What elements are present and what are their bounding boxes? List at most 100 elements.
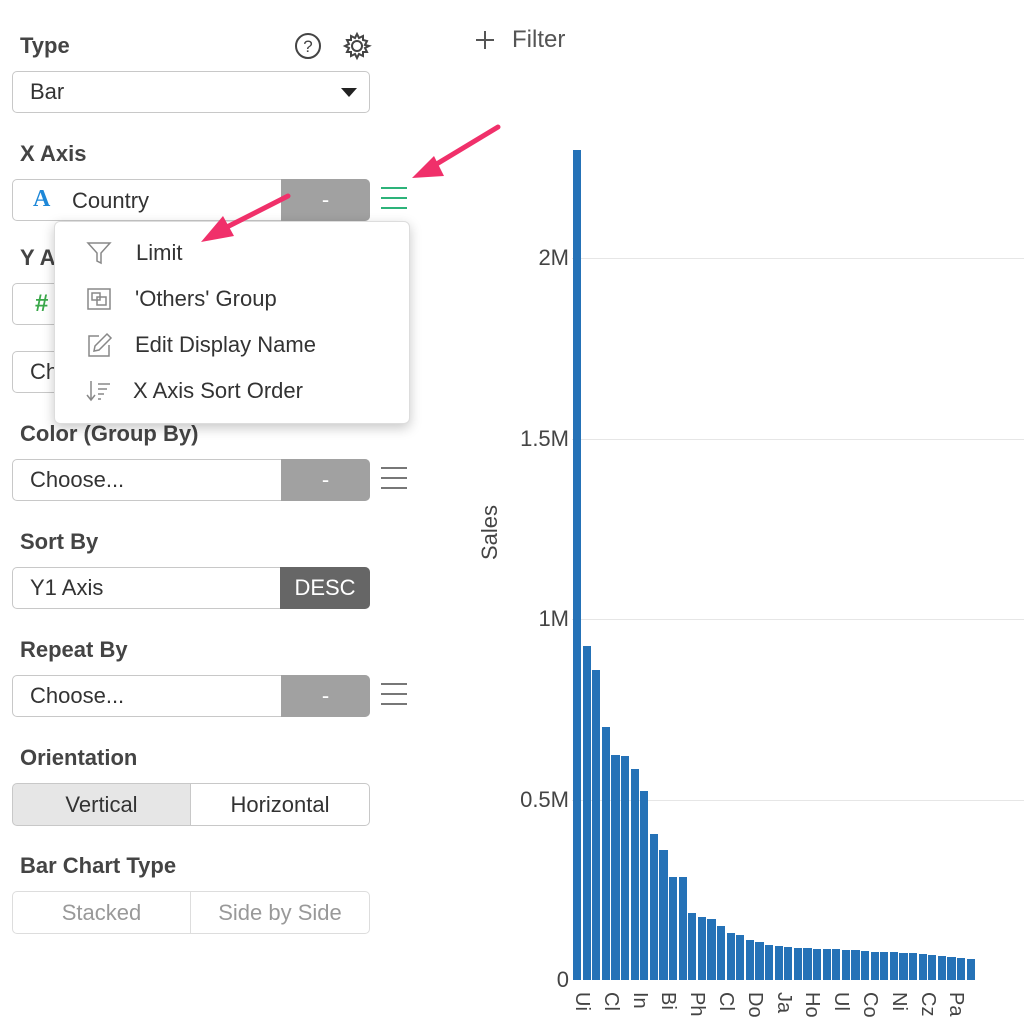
bar[interactable] — [851, 950, 860, 980]
menu-item-label: X Axis Sort Order — [133, 378, 303, 403]
bar[interactable] — [822, 949, 831, 980]
x-axis-menu-icon[interactable] — [381, 187, 407, 211]
x-tick-label: Cl — [715, 992, 737, 1011]
bar[interactable] — [736, 934, 745, 980]
repeat-by-value: Choose... — [30, 683, 125, 708]
bar[interactable] — [697, 916, 706, 980]
type-label: Type — [20, 33, 70, 58]
chart-type-value: Bar — [30, 79, 65, 104]
bar[interactable] — [832, 949, 841, 980]
x-axis-agg-label: - — [321, 187, 330, 212]
bar-type-stacked-button[interactable]: Stacked — [12, 891, 191, 934]
x-tick-label: Bi — [657, 992, 680, 1010]
bar[interactable] — [582, 646, 591, 980]
color-label: Color (Group By) — [20, 421, 199, 446]
bar[interactable] — [755, 942, 764, 980]
x-axis-context-menu: Limit 'Others' Group Edit Display Name X… — [54, 221, 410, 424]
bar[interactable] — [861, 951, 870, 980]
text-type-icon: A — [33, 186, 51, 212]
chart-type-select[interactable]: Bar — [12, 71, 370, 113]
help-icon[interactable]: ? — [294, 32, 322, 60]
menu-item-x-axis-sort-order[interactable]: X Axis Sort Order — [55, 369, 409, 413]
repeat-by-agg-label: - — [321, 683, 330, 708]
annotation-arrow-menu-icon — [412, 124, 501, 178]
x-tick-label: Ni — [887, 992, 910, 1011]
y-axis-label: Y A — [20, 245, 56, 270]
bar[interactable] — [899, 952, 908, 980]
bar[interactable] — [889, 952, 898, 980]
gridline — [572, 258, 1024, 259]
x-tick-label: Ja — [772, 992, 795, 1014]
orientation-label: Orientation — [20, 745, 138, 770]
color-menu-icon[interactable] — [381, 467, 407, 491]
gridline — [572, 619, 1024, 620]
bar[interactable] — [880, 951, 889, 980]
bar[interactable] — [678, 877, 687, 980]
color-field[interactable]: Choose... - — [12, 459, 370, 501]
bar[interactable] — [573, 150, 582, 980]
sort-by-field[interactable]: Y1 Axis DESC — [12, 567, 370, 609]
bar[interactable] — [784, 946, 793, 980]
bar[interactable] — [765, 945, 774, 980]
bar[interactable] — [611, 754, 620, 980]
bar[interactable] — [957, 958, 966, 980]
bar[interactable] — [717, 925, 726, 980]
repeat-by-aggregation-button[interactable]: - — [281, 675, 370, 717]
bar[interactable] — [918, 954, 927, 980]
x-tick-label: Ph — [686, 992, 709, 1017]
bar[interactable] — [669, 877, 678, 980]
plus-icon — [476, 31, 494, 49]
bar[interactable] — [947, 956, 956, 980]
color-aggregation-button[interactable]: - — [281, 459, 370, 501]
filter-button[interactable]: Filter — [474, 24, 565, 56]
bar[interactable] — [813, 948, 822, 980]
bar[interactable] — [966, 958, 975, 980]
y-axis-title: Sales — [477, 504, 502, 560]
x-tick-label: Ui — [571, 992, 593, 1011]
bar[interactable] — [640, 790, 649, 980]
orientation-horizontal-button[interactable]: Horizontal — [190, 783, 370, 826]
repeat-by-field[interactable]: Choose... - — [12, 675, 370, 717]
y-tick-label: 0 — [556, 967, 569, 992]
bar[interactable] — [649, 833, 658, 980]
number-type-icon: # — [35, 290, 49, 317]
bar[interactable] — [803, 948, 812, 980]
bar[interactable] — [707, 918, 716, 980]
orientation-vertical-button[interactable]: Vertical — [12, 783, 191, 826]
bar[interactable] — [745, 940, 754, 980]
x-axis-field[interactable]: A Country - — [12, 179, 370, 221]
bar[interactable] — [592, 669, 601, 980]
edit-icon — [88, 332, 113, 357]
annotation-arrow-limit — [201, 193, 291, 242]
bar[interactable] — [928, 954, 937, 980]
bar[interactable] — [601, 727, 610, 980]
sort-by-label: Sort By — [20, 529, 99, 554]
bar[interactable] — [774, 945, 783, 980]
menu-item-label: Edit Display Name — [135, 332, 316, 357]
sort-icon — [86, 381, 110, 402]
bar[interactable] — [841, 950, 850, 980]
bar[interactable] — [630, 768, 639, 980]
menu-item-others-group[interactable]: 'Others' Group — [55, 277, 409, 321]
bar[interactable] — [793, 947, 802, 980]
y-tick-label: 0.5M — [520, 787, 569, 812]
gear-icon[interactable] — [342, 31, 372, 61]
x-tick-label: Pa — [945, 992, 968, 1017]
x-tick-label: Ul — [830, 992, 853, 1011]
bar[interactable] — [937, 956, 946, 980]
filter-label: Filter — [512, 26, 566, 53]
sort-order-button[interactable]: DESC — [280, 567, 370, 609]
gridline — [572, 439, 1024, 440]
bar[interactable] — [909, 953, 918, 980]
svg-text:?: ? — [303, 37, 312, 56]
menu-item-edit-display-name[interactable]: Edit Display Name — [55, 323, 409, 367]
repeat-by-menu-icon[interactable] — [381, 683, 407, 707]
bar[interactable] — [726, 933, 735, 980]
bar[interactable] — [688, 913, 697, 980]
repeat-by-label: Repeat By — [20, 637, 128, 662]
x-tick-label: In — [628, 992, 651, 1009]
bar[interactable] — [870, 951, 879, 980]
bar[interactable] — [659, 850, 668, 980]
bar-type-side-by-side-button[interactable]: Side by Side — [190, 891, 370, 934]
bar[interactable] — [621, 756, 630, 980]
